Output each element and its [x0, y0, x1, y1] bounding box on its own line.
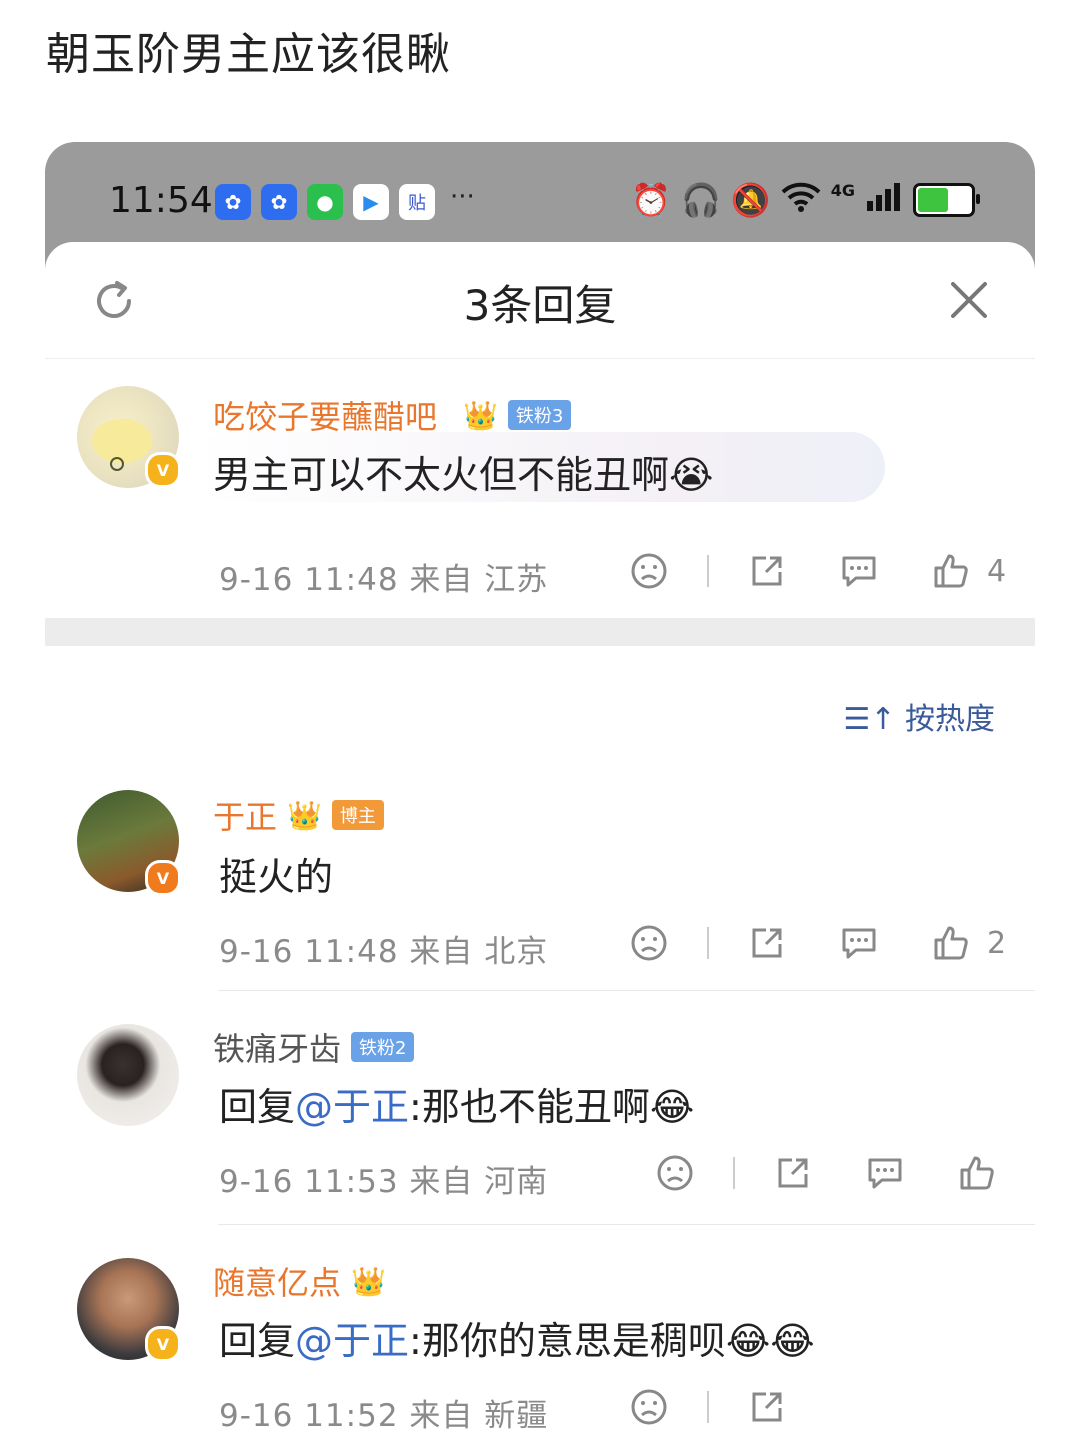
- like-icon[interactable]: [957, 1153, 997, 1193]
- battery-icon: [913, 183, 980, 217]
- dislike-icon[interactable]: [629, 923, 669, 963]
- video-player-icon: ▶: [353, 184, 389, 220]
- username-text: 吃饺子要蘸醋吧_: [213, 398, 454, 436]
- action-separator: [733, 1157, 735, 1189]
- crying-emoji-icon: 😭: [669, 453, 714, 497]
- comment-actions: 4: [629, 546, 1006, 596]
- action-separator: [707, 927, 709, 959]
- action-separator: [707, 555, 709, 587]
- verified-badge-icon: V: [145, 1326, 181, 1362]
- comment-body: :那你的意思是稠呗: [409, 1319, 726, 1363]
- comment-username[interactable]: 随意亿点 👑: [213, 1258, 386, 1304]
- phone-screenshot: 11:54 ✿ ✿ ● ▶ 贴 ··· ⏰ 🎧 🔕 4G 3条回复 V 吃饺子要…: [45, 142, 1035, 1442]
- crown-icon: 👑: [287, 798, 322, 832]
- baidu-netdisk-icon: ✿: [215, 184, 251, 220]
- comment-text: 挺火的: [219, 855, 334, 899]
- share-icon[interactable]: [747, 923, 787, 963]
- sheet-header: 3条回复: [45, 242, 1035, 359]
- dislike-icon[interactable]: [629, 551, 669, 591]
- baidu-netdisk-icon: ✿: [261, 184, 297, 220]
- comment-text: 回复@于正:那你的意思是稠呗😂😂: [219, 1310, 815, 1365]
- reply-divider: [218, 990, 1035, 991]
- system-icons: ⏰ 🎧 🔕 4G: [631, 180, 980, 220]
- comment-text: 男主可以不太火但不能丑啊😭: [213, 444, 713, 499]
- signal-icon: [865, 181, 903, 219]
- username-text: 于正: [213, 798, 278, 836]
- crown-icon: 👑: [351, 1264, 386, 1298]
- status-time: 11:54: [109, 180, 213, 221]
- comment-username[interactable]: 于正 👑 博主: [213, 792, 384, 838]
- like-icon[interactable]: [931, 923, 971, 963]
- laughing-emoji-icon: 😂: [649, 1085, 695, 1129]
- username-text: 铁痛牙齿: [213, 1030, 342, 1068]
- sort-label: 按热度: [905, 702, 995, 737]
- more-notifications-icon: ···: [450, 182, 475, 212]
- comment-actions: [655, 1148, 997, 1198]
- comment-icon[interactable]: [839, 923, 879, 963]
- mention-link[interactable]: @于正: [295, 1319, 409, 1363]
- author-badge: 博主: [331, 800, 384, 830]
- comment-meta: 9-16 11:48 来自 江苏: [219, 562, 549, 598]
- username-text: 随意亿点: [213, 1264, 342, 1302]
- comment-text: 回复@于正:那也不能丑啊😂: [219, 1076, 694, 1131]
- network-type-label: 4G: [830, 180, 855, 200]
- fan-badge: 铁粉3: [507, 400, 572, 430]
- wechat-icon: ●: [307, 184, 343, 220]
- like-icon[interactable]: [931, 551, 971, 591]
- mention-link[interactable]: @于正: [295, 1085, 409, 1129]
- alarm-icon: ⏰: [631, 181, 672, 219]
- replies-sheet: 3条回复 V 吃饺子要蘸醋吧_ 👑 铁粉3 男主可以不太火但不能丑啊😭 9-16 1…: [45, 242, 1035, 1442]
- avatar[interactable]: [77, 1024, 179, 1126]
- share-icon[interactable]: [773, 1153, 813, 1193]
- comment-body: :那也不能丑啊: [409, 1085, 650, 1129]
- share-icon[interactable]: [747, 551, 787, 591]
- verified-badge-icon: V: [145, 452, 181, 488]
- comment-actions: [629, 1382, 787, 1432]
- post-title: 朝玉阶男主应该很瞅: [46, 29, 451, 80]
- comment-body: 男主可以不太火但不能丑啊: [213, 453, 670, 497]
- verified-badge-icon: V: [145, 860, 181, 896]
- reply-item: 铁痛牙齿 铁粉2 回复@于正:那也不能丑啊😂 9-16 11:53 来自 河南: [45, 1022, 1035, 1232]
- reply-prefix: 回复: [219, 1319, 296, 1363]
- comment-meta: 9-16 11:48 来自 北京: [219, 934, 549, 970]
- action-separator: [707, 1391, 709, 1423]
- comment-icon[interactable]: [839, 551, 879, 591]
- fan-badge: 铁粉2: [351, 1032, 415, 1062]
- reply-prefix: 回复: [219, 1085, 296, 1129]
- share-icon[interactable]: [747, 1387, 787, 1427]
- reply-divider: [218, 1224, 1035, 1225]
- dislike-icon[interactable]: [629, 1387, 669, 1427]
- sheet-title: 3条回复: [463, 281, 617, 330]
- like-count: 4: [987, 553, 1007, 589]
- reply-item: V 于正 👑 博主 挺火的 9-16 11:48 来自 北京 2: [45, 790, 1035, 1010]
- tieba-icon: 贴: [399, 184, 435, 220]
- comment-actions: 2: [629, 918, 1006, 968]
- crown-icon: 👑: [463, 398, 498, 432]
- like-count: 2: [987, 925, 1007, 961]
- laughing-emoji-icon: 😂😂: [725, 1319, 815, 1363]
- comment-meta: 9-16 11:53 来自 河南: [219, 1164, 549, 1200]
- headphones-icon: 🎧: [681, 181, 721, 219]
- comment-icon[interactable]: [865, 1153, 905, 1193]
- section-separator: [45, 618, 1035, 646]
- close-icon[interactable]: [949, 280, 989, 320]
- reply-item: V 随意亿点 👑 回复@于正:那你的意思是稠呗😂😂 9-16 11:52 来自 新…: [45, 1256, 1035, 1442]
- sort-icon: ☰↑: [843, 702, 896, 737]
- wifi-icon: [781, 180, 821, 220]
- dislike-icon[interactable]: [655, 1153, 695, 1193]
- sort-button[interactable]: ☰↑ 按热度: [843, 694, 995, 738]
- comment-username[interactable]: 铁痛牙齿 铁粉2: [213, 1024, 415, 1070]
- comment-meta: 9-16 11:52 来自 新疆: [219, 1398, 549, 1434]
- mute-icon: 🔕: [730, 181, 771, 219]
